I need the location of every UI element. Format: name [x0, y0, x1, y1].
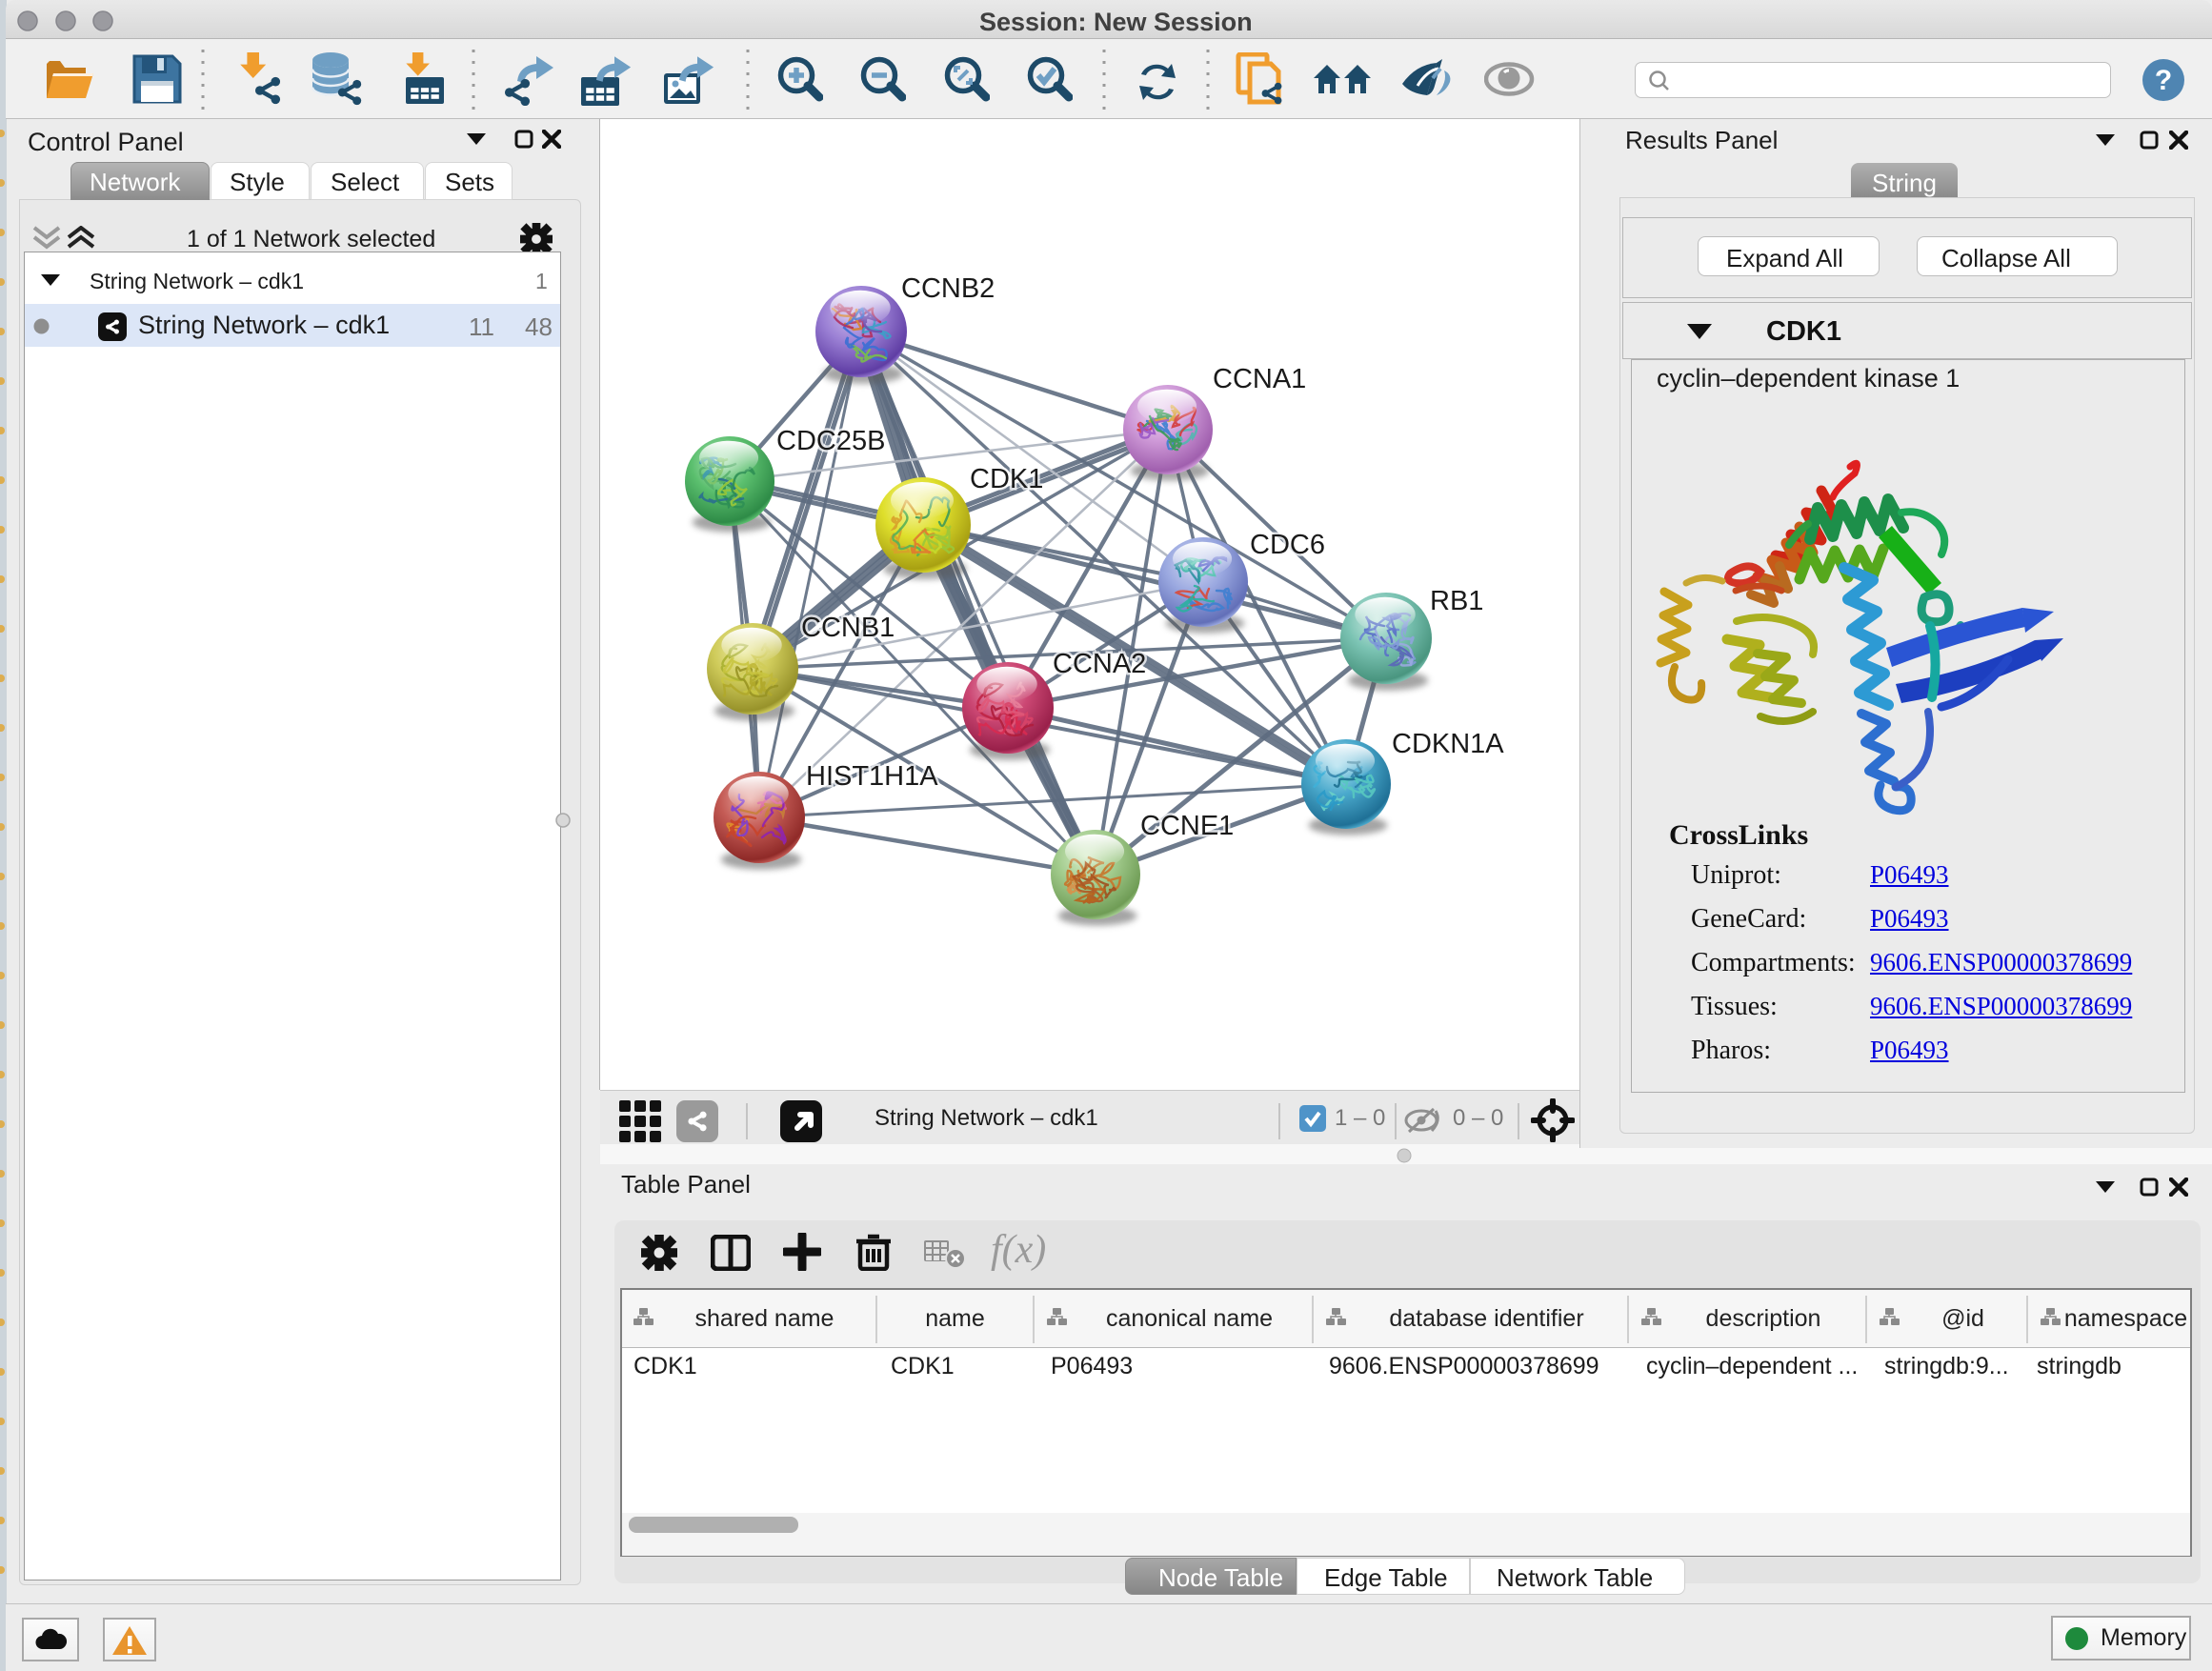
svg-text:CCNA2: CCNA2: [1053, 649, 1146, 679]
svg-text:HIST1H1A: HIST1H1A: [806, 761, 938, 792]
svg-text:CDC6: CDC6: [1250, 530, 1325, 560]
svg-text:CCNA1: CCNA1: [1213, 364, 1306, 394]
svg-text:CCNB2: CCNB2: [901, 273, 995, 304]
svg-text:CDK1: CDK1: [970, 464, 1043, 494]
svg-text:CDC25B: CDC25B: [776, 426, 885, 456]
svg-text:RB1: RB1: [1430, 586, 1483, 616]
svg-text:CDKN1A: CDKN1A: [1392, 729, 1504, 759]
svg-text:CCNB1: CCNB1: [801, 613, 895, 643]
svg-text:CCNE1: CCNE1: [1140, 811, 1234, 841]
svg-text:?: ?: [2155, 65, 2172, 96]
